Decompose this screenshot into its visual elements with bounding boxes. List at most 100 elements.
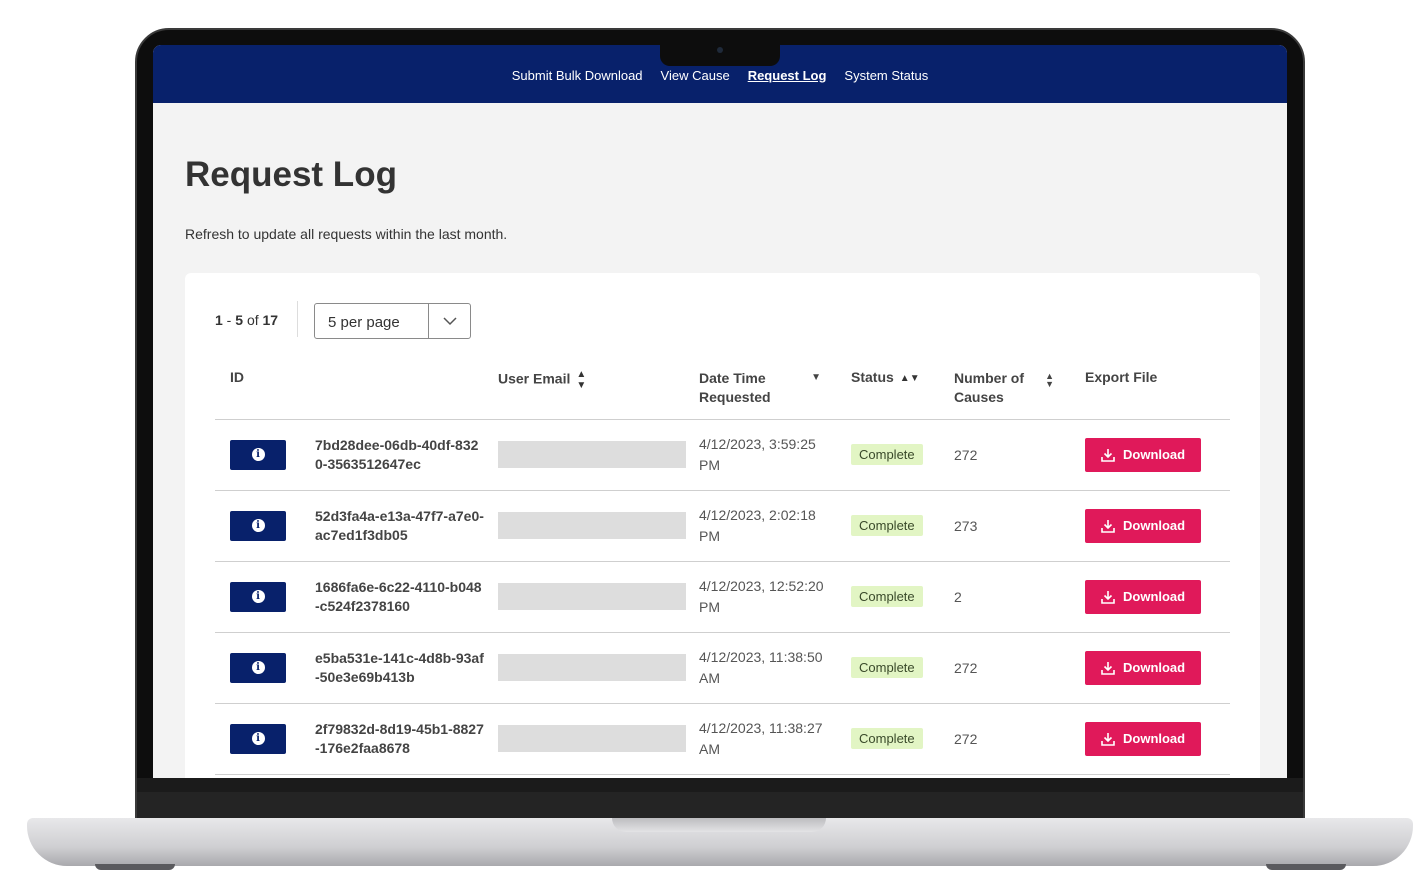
laptop-foot bbox=[95, 864, 175, 870]
request-date: 4/12/2023, 11:38:27 AM bbox=[699, 719, 823, 757]
download-label: Download bbox=[1123, 447, 1186, 462]
cell-user-email bbox=[498, 561, 699, 633]
request-log-card: 1 - 5 of 17 5 per page ID User Email▲▼ bbox=[185, 273, 1260, 778]
screen: Submit Bulk Download View Cause Request … bbox=[153, 45, 1287, 778]
chevron-down-icon[interactable] bbox=[428, 304, 470, 338]
cell-date-time: 4/12/2023, 11:38:27 AM bbox=[699, 703, 851, 775]
download-button[interactable]: Download bbox=[1085, 650, 1202, 685]
redacted-email bbox=[498, 725, 686, 752]
request-id: 52d3fa4a-e13a-47f7-a7e0-ac7ed1f3db05 bbox=[315, 507, 484, 543]
cell-user-email bbox=[498, 632, 699, 704]
info-icon: i bbox=[251, 590, 265, 603]
cell-causes: 273 bbox=[954, 490, 1085, 562]
cell-date-time: 4/12/2023, 3:59:25 PM bbox=[699, 419, 851, 491]
causes-count: 273 bbox=[954, 517, 978, 534]
cell-causes: 272 bbox=[954, 632, 1085, 704]
header-status[interactable]: Status ▲▼ bbox=[851, 361, 954, 420]
cell-status: Complete bbox=[851, 561, 954, 633]
laptop-frame: Submit Bulk Download View Cause Request … bbox=[0, 0, 1426, 895]
cell-user-email bbox=[498, 703, 699, 775]
nav-submit-bulk-download[interactable]: Submit Bulk Download bbox=[512, 68, 643, 83]
cell-id: i e5ba531e-141c-4d8b-93af-50e3e69b413b bbox=[215, 632, 498, 704]
nav-view-cause[interactable]: View Cause bbox=[661, 68, 730, 83]
sort-desc-icon[interactable]: ▼ bbox=[811, 369, 821, 407]
info-button[interactable]: i bbox=[230, 652, 286, 683]
cell-export: Download bbox=[1085, 490, 1230, 562]
cell-id: i 52d3fa4a-e13a-47f7-a7e0-ac7ed1f3db05 bbox=[215, 490, 498, 562]
cell-date-time: 4/12/2023, 11:38:50 AM bbox=[699, 632, 851, 704]
laptop-hinge bbox=[137, 792, 1303, 820]
cell-export: Download bbox=[1085, 561, 1230, 633]
request-date: 4/12/2023, 12:52:20 PM bbox=[699, 577, 824, 615]
table-row: i 52d3fa4a-e13a-47f7-a7e0-ac7ed1f3db05 4… bbox=[215, 490, 1230, 562]
cell-user-email bbox=[498, 490, 699, 562]
header-user-email[interactable]: User Email ▲ ▼ bbox=[498, 361, 699, 420]
causes-count: 272 bbox=[954, 659, 978, 676]
cell-date-time: 4/12/2023, 2:02:18 PM bbox=[699, 490, 851, 562]
download-button[interactable]: Download bbox=[1085, 508, 1202, 543]
divider bbox=[297, 301, 298, 337]
request-date: 4/12/2023, 2:02:18 PM bbox=[699, 506, 816, 544]
info-button[interactable]: i bbox=[230, 723, 286, 754]
download-icon bbox=[1101, 732, 1115, 746]
nav-request-log[interactable]: Request Log bbox=[748, 68, 827, 83]
cell-status: Complete bbox=[851, 703, 954, 775]
download-button[interactable]: Download bbox=[1085, 721, 1202, 756]
laptop-foot bbox=[1266, 864, 1346, 870]
causes-count: 272 bbox=[954, 446, 978, 463]
range-of: of bbox=[246, 312, 259, 328]
cell-export: Download bbox=[1085, 419, 1230, 491]
nav-system-status[interactable]: System Status bbox=[844, 68, 928, 83]
cell-date-time: 4/12/2023, 12:52:20 PM bbox=[699, 561, 851, 633]
info-icon: i bbox=[251, 519, 265, 532]
header-id: ID bbox=[215, 361, 498, 420]
request-id: 2f79832d-8d19-45b1-8827-176e2faa8678 bbox=[315, 720, 484, 756]
info-button[interactable]: i bbox=[230, 510, 286, 541]
sort-icon[interactable]: ▲▼ bbox=[1045, 369, 1054, 407]
camera-notch bbox=[660, 44, 780, 66]
request-id: 7bd28dee-06db-40df-8320-3563512647ec bbox=[315, 436, 479, 472]
table-row: i 2f79832d-8d19-45b1-8827-176e2faa8678 4… bbox=[215, 703, 1230, 775]
laptop-groove bbox=[612, 818, 826, 832]
redacted-email bbox=[498, 512, 686, 539]
causes-count: 272 bbox=[954, 730, 978, 747]
header-date-time[interactable]: Date Time Requested ▼ bbox=[699, 361, 851, 420]
per-page-value: 5 per page bbox=[328, 314, 400, 331]
download-button[interactable]: Download bbox=[1085, 437, 1202, 472]
download-label: Download bbox=[1123, 731, 1186, 746]
cell-causes: 2 bbox=[954, 561, 1085, 633]
sort-icon[interactable]: ▲▼ bbox=[900, 373, 920, 384]
pagination-range: 1 - 5 of 17 bbox=[215, 312, 279, 328]
download-button[interactable]: Download bbox=[1085, 579, 1202, 614]
request-id: 1686fa6e-6c22-4110-b048-c524f2378160 bbox=[315, 578, 482, 614]
cell-status: Complete bbox=[851, 419, 954, 491]
download-label: Download bbox=[1123, 589, 1186, 604]
table-header-row: ID User Email ▲ ▼ Date Time Requested ▼ St… bbox=[215, 361, 1230, 420]
cell-id: i 2f79832d-8d19-45b1-8827-176e2faa8678 bbox=[215, 703, 498, 775]
range-end: 5 bbox=[235, 312, 244, 328]
table-row: i 1686fa6e-6c22-4110-b048-c524f2378160 4… bbox=[215, 561, 1230, 633]
range-start: 1 bbox=[215, 312, 223, 328]
request-id: e5ba531e-141c-4d8b-93af-50e3e69b413b bbox=[315, 649, 484, 685]
status-badge: Complete bbox=[851, 515, 923, 536]
download-icon bbox=[1101, 519, 1115, 533]
table-row: i e5ba531e-141c-4d8b-93af-50e3e69b413b 4… bbox=[215, 632, 1230, 704]
status-badge: Complete bbox=[851, 728, 923, 749]
request-date: 4/12/2023, 11:38:50 AM bbox=[699, 648, 823, 686]
download-icon bbox=[1101, 448, 1115, 462]
request-date: 4/12/2023, 3:59:25 PM bbox=[699, 435, 816, 473]
info-icon: i bbox=[251, 732, 265, 745]
sort-icon[interactable]: ▲▼ bbox=[576, 369, 586, 391]
download-label: Download bbox=[1123, 518, 1186, 533]
cell-export: Download bbox=[1085, 703, 1230, 775]
cell-causes: 272 bbox=[954, 703, 1085, 775]
info-button[interactable]: i bbox=[230, 581, 286, 612]
request-table: ID User Email ▲ ▼ Date Time Requested ▼ St… bbox=[215, 361, 1230, 775]
cell-id: i 1686fa6e-6c22-4110-b048-c524f2378160 bbox=[215, 561, 498, 633]
header-causes[interactable]: Number of Causes ▲ ▼ bbox=[954, 361, 1085, 420]
status-badge: Complete bbox=[851, 586, 923, 607]
per-page-select[interactable]: 5 per page bbox=[314, 303, 471, 339]
info-button[interactable]: i bbox=[230, 439, 286, 470]
camera-icon bbox=[717, 47, 723, 53]
range-total: 17 bbox=[262, 312, 279, 328]
